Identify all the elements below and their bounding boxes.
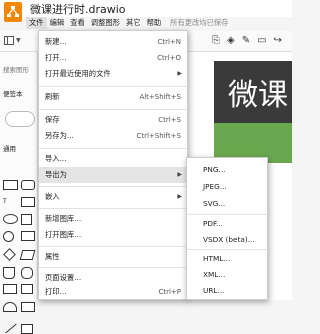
ellipse-shape[interactable] [3, 214, 18, 224]
menu-extras[interactable]: 其它 [123, 17, 144, 29]
cylinder-shape[interactable] [21, 267, 33, 279]
menu-item-import[interactable]: 导入... [39, 151, 187, 167]
menu-divider [39, 186, 187, 187]
menu-item-open[interactable]: 打开... Ctrl+O [39, 50, 187, 66]
title-bar: 微课进行时.drawio [0, 0, 292, 22]
menu-item-new-library[interactable]: 新增图库... [39, 211, 187, 227]
half-circle-shape[interactable] [3, 302, 17, 312]
export-xml[interactable]: XML... [187, 267, 267, 282]
menu-edit[interactable]: 编辑 [47, 17, 68, 29]
menu-help[interactable]: 帮助 [144, 17, 165, 29]
export-svg[interactable]: SVG... [187, 196, 267, 211]
menu-divider [39, 86, 187, 87]
connector-shape[interactable] [21, 324, 33, 334]
shape-sidebar: 搜索图形 便签本 通用 T [0, 52, 38, 334]
circle-shape[interactable] [3, 231, 14, 242]
menu-divider [39, 148, 187, 149]
menu-item-new[interactable]: 新建... Ctrl+N [39, 34, 187, 50]
general-shapes-title[interactable]: 通用 [3, 143, 16, 153]
scratchpad-title[interactable]: 便签本 [3, 88, 23, 98]
menu-divider [39, 267, 187, 268]
page-view-icon[interactable] [4, 36, 14, 45]
rectangle-shape[interactable] [3, 180, 18, 190]
export-submenu: PNG... JPEG... SVG... PDF... VSDX (beta)… [186, 157, 268, 300]
menu-item-print[interactable]: 打印... Ctrl+P [39, 284, 187, 300]
diamond-shape[interactable] [3, 248, 16, 261]
shape-search-input[interactable]: 搜索图形 [3, 64, 29, 74]
slide-title-text[interactable]: 微课 [228, 70, 288, 114]
export-vsdx[interactable]: VSDX (beta)... [187, 232, 267, 247]
menu-divider [39, 208, 187, 209]
menu-divider [39, 109, 187, 110]
connector-icon[interactable]: ↪ [274, 34, 282, 48]
drawio-logo [4, 2, 22, 22]
menu-divider [39, 246, 187, 247]
copy-icon[interactable]: ⎘ [212, 34, 220, 48]
fill-color-icon[interactable]: ◈ [227, 34, 235, 48]
triangle-shape[interactable] [21, 284, 33, 294]
export-url[interactable]: URL... [187, 283, 267, 298]
menu-divider [187, 214, 267, 215]
shadow-icon[interactable]: ▭ [257, 34, 266, 48]
menu-view[interactable]: 查看 [67, 17, 88, 29]
menu-item-save-as[interactable]: 另存为... Ctrl+Shift+S [39, 128, 187, 144]
process-shape[interactable] [21, 231, 35, 241]
arrow-shape[interactable] [21, 302, 35, 312]
menu-item-refresh[interactable]: 刷新 Alt+Shift+S [39, 89, 187, 105]
save-status: 所有更改均已保存 [170, 18, 229, 27]
rounded-rectangle-shape[interactable] [21, 180, 35, 190]
submenu-arrow-icon: ▶ [177, 70, 182, 77]
submenu-arrow-icon: ▶ [177, 171, 182, 178]
document-title[interactable]: 微课进行时.drawio [30, 1, 126, 17]
document-shape[interactable] [3, 267, 15, 279]
menu-item-open-recent[interactable]: 打开最近使用的文件 ▶ [39, 66, 187, 82]
export-html[interactable]: HTML... [187, 251, 267, 266]
export-jpeg[interactable]: JPEG... [187, 179, 267, 194]
menu-item-embed[interactable]: 嵌入 ▶ [39, 189, 187, 205]
line-color-icon[interactable]: ✎ [242, 34, 250, 48]
menu-item-save[interactable]: 保存 Ctrl+S [39, 112, 187, 128]
parallelogram-shape[interactable] [19, 250, 36, 260]
export-pdf[interactable]: PDF... [187, 216, 267, 231]
menu-arrange[interactable]: 调整图形 [88, 17, 123, 29]
menu-divider [187, 249, 267, 250]
menubar: 文件 编辑 查看 调整图形 其它 帮助 所有更改均已保存 [26, 17, 229, 29]
chevron-down-icon[interactable]: ▼ [16, 37, 21, 44]
export-png[interactable]: PNG... [187, 162, 267, 177]
text-shape[interactable]: T [3, 197, 18, 207]
hexagon-shape[interactable] [3, 284, 17, 294]
scratchpad-drop-area[interactable] [5, 111, 35, 127]
submenu-arrow-icon: ▶ [177, 193, 182, 200]
menu-item-open-library[interactable]: 打开图库... [39, 227, 187, 243]
menu-item-properties[interactable]: 属性 [39, 249, 187, 265]
line-shape[interactable] [5, 323, 17, 334]
square-shape[interactable] [21, 214, 32, 225]
menu-file[interactable]: 文件 [26, 17, 47, 29]
menu-item-export-as[interactable]: 导出为 ▶ [39, 167, 187, 183]
textbox-shape[interactable] [21, 197, 35, 207]
file-menu-dropdown: 新建... Ctrl+N 打开... Ctrl+O 打开最近使用的文件 ▶ 刷新… [38, 30, 188, 300]
